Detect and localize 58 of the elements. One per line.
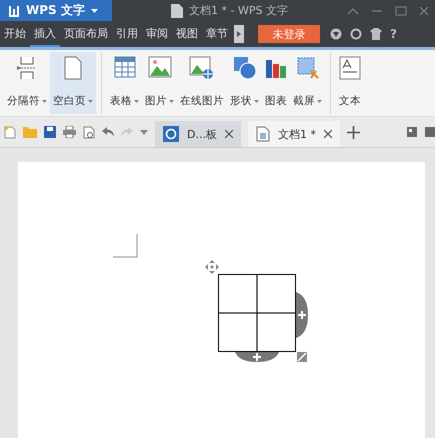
online-picture-icon	[189, 56, 215, 80]
table-icon	[114, 56, 136, 78]
ribbon-button[interactable]: 分隔符	[4, 52, 50, 114]
margin-corner-mark	[113, 234, 138, 258]
app-name: WPS 文字	[26, 2, 85, 19]
ribbon-button[interactable]: 文本	[336, 52, 364, 114]
document-tab[interactable]: D...板	[155, 121, 241, 147]
menu-tab[interactable]: 审阅	[142, 21, 172, 47]
scroll-right-button[interactable]	[234, 25, 244, 43]
print-preview-icon[interactable]	[83, 126, 95, 138]
ribbon-button[interactable]: 图表	[262, 52, 290, 114]
ribbon-button[interactable]: 形状	[227, 52, 262, 114]
maximize-icon[interactable]	[395, 4, 407, 16]
chevron-right-icon	[237, 31, 241, 37]
document-icon	[256, 126, 270, 142]
close-icon[interactable]	[324, 130, 332, 138]
ribbon-button[interactable]: 表格	[107, 52, 142, 114]
ribbon-button[interactable]: 截屏	[290, 52, 325, 114]
ribbon-button[interactable]: 在线图片	[177, 52, 227, 114]
picture-icon	[148, 56, 172, 78]
help-button[interactable]: ?	[390, 27, 397, 41]
logo-icon	[8, 4, 20, 16]
add-column-handle[interactable]	[296, 292, 308, 338]
new-document-icon[interactable]	[4, 126, 16, 138]
close-icon[interactable]	[224, 130, 233, 138]
menu-tab[interactable]: 插入	[30, 21, 60, 47]
move-handle-icon[interactable]	[205, 260, 219, 274]
add-row-handle[interactable]	[235, 352, 279, 362]
menu-tab[interactable]: 开始	[0, 21, 30, 47]
shapes-icon	[232, 56, 256, 80]
collapse-icon[interactable]	[347, 6, 359, 14]
table-drawing[interactable]	[218, 274, 296, 352]
ribbon-button[interactable]: 空白页	[50, 52, 96, 114]
template-logo-icon	[163, 126, 179, 142]
menu-tab[interactable]: 页面布局	[60, 21, 112, 47]
print-icon[interactable]	[63, 126, 76, 138]
menu-tab[interactable]: 章节	[202, 21, 232, 47]
app-menu-button[interactable]: WPS 文字	[0, 0, 112, 21]
save-icon[interactable]	[44, 126, 56, 138]
cloud-sync-icon[interactable]	[350, 28, 362, 40]
page-break-icon	[16, 56, 38, 80]
document-tab[interactable]: 文档1 *	[248, 121, 340, 147]
screenshot-icon	[296, 56, 320, 80]
menu-tab[interactable]: 引用	[112, 21, 142, 47]
text-box-icon	[339, 56, 361, 80]
undo-icon[interactable]	[102, 127, 114, 137]
shirt-icon[interactable]	[370, 28, 382, 40]
caret-icon	[90, 8, 98, 12]
blank-page-icon	[64, 56, 82, 80]
window-list-icon[interactable]	[407, 127, 417, 137]
document-icon	[171, 4, 184, 18]
ribbon-button[interactable]: 图片	[142, 52, 177, 114]
window-title: 文档1 * - WPS 文字	[189, 3, 288, 18]
menu-tab[interactable]: 视图	[172, 21, 202, 47]
dropdown-icon[interactable]	[140, 130, 148, 134]
resize-handle-icon[interactable]	[297, 352, 307, 362]
skin-icon[interactable]	[330, 28, 342, 40]
add-tab-icon[interactable]	[346, 126, 360, 138]
